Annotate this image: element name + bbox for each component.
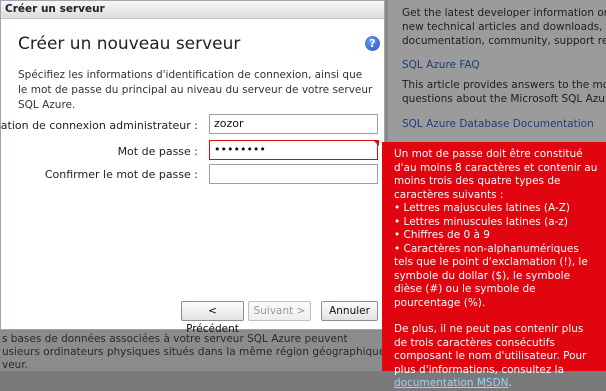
tooltip-rule: • Chiffres de 0 à 9 <box>394 229 490 241</box>
confirm-password-input[interactable] <box>209 164 378 184</box>
bg-text-line: veur. <box>2 359 29 371</box>
bg-text-line: usieurs ordinateurs physiques situés dan… <box>2 346 386 358</box>
previous-button[interactable]: < Précédent <box>181 301 244 335</box>
sql-azure-faq-link[interactable]: SQL Azure FAQ <box>402 58 480 72</box>
tooltip-end: . <box>508 377 512 389</box>
confirm-password-label: Confirmer le mot de passe : <box>44 168 198 181</box>
bg-text-line: questions about the Microsoft SQL Azure … <box>402 93 606 105</box>
admin-login-input[interactable]: zozor <box>209 114 378 134</box>
dialog-title: Créer un nouveau serveur <box>18 34 241 54</box>
password-label: Mot de passe : <box>117 145 198 158</box>
tooltip-rule: • Lettres minuscules latines (a-z) <box>394 215 569 228</box>
dialog-titlebar: Créer un serveur <box>1 1 384 19</box>
password-input[interactable]: •••••••• <box>209 140 378 160</box>
bg-text-line: This article provides answers to the mos… <box>402 79 606 91</box>
tooltip-intro: Un mot de passe doit être constitué d'au… <box>394 148 598 201</box>
msdn-documentation-link[interactable]: documentation MSDN <box>394 377 509 389</box>
dialog-description: Spécifiez les informations d'identificat… <box>18 69 373 111</box>
create-server-dialog: Créer un serveur Créer un nouveau serveu… <box>0 0 385 335</box>
bg-text-line: documentation, community, support resour <box>402 35 606 47</box>
help-icon[interactable]: ? <box>365 36 380 51</box>
password-error-tooltip: Un mot de passe doit être constitué d'au… <box>382 142 606 389</box>
next-button[interactable]: Suivant > <box>248 301 311 321</box>
tooltip-outro: De plus, il ne peut pas contenir plus de… <box>394 323 587 376</box>
bg-text-line: Get the latest developer information on … <box>402 7 606 19</box>
tooltip-rule: • Lettres majuscules latines (A-Z) <box>394 202 570 214</box>
dialog-window-title: Créer un serveur <box>5 3 105 15</box>
admin-login-label: ation de connexion administrateur : <box>0 119 198 132</box>
sql-azure-docs-link[interactable]: SQL Azure Database Documentation <box>402 117 594 131</box>
tooltip-rule: • Caractères non-alphanumériques tels qu… <box>394 242 588 309</box>
cancel-button[interactable]: Annuler <box>321 301 378 321</box>
error-indicator-icon <box>373 140 379 146</box>
bg-text-line: new technical articles and downloads, li… <box>402 21 606 33</box>
bg-text-line: s bases de données associées à votre ser… <box>2 333 348 345</box>
